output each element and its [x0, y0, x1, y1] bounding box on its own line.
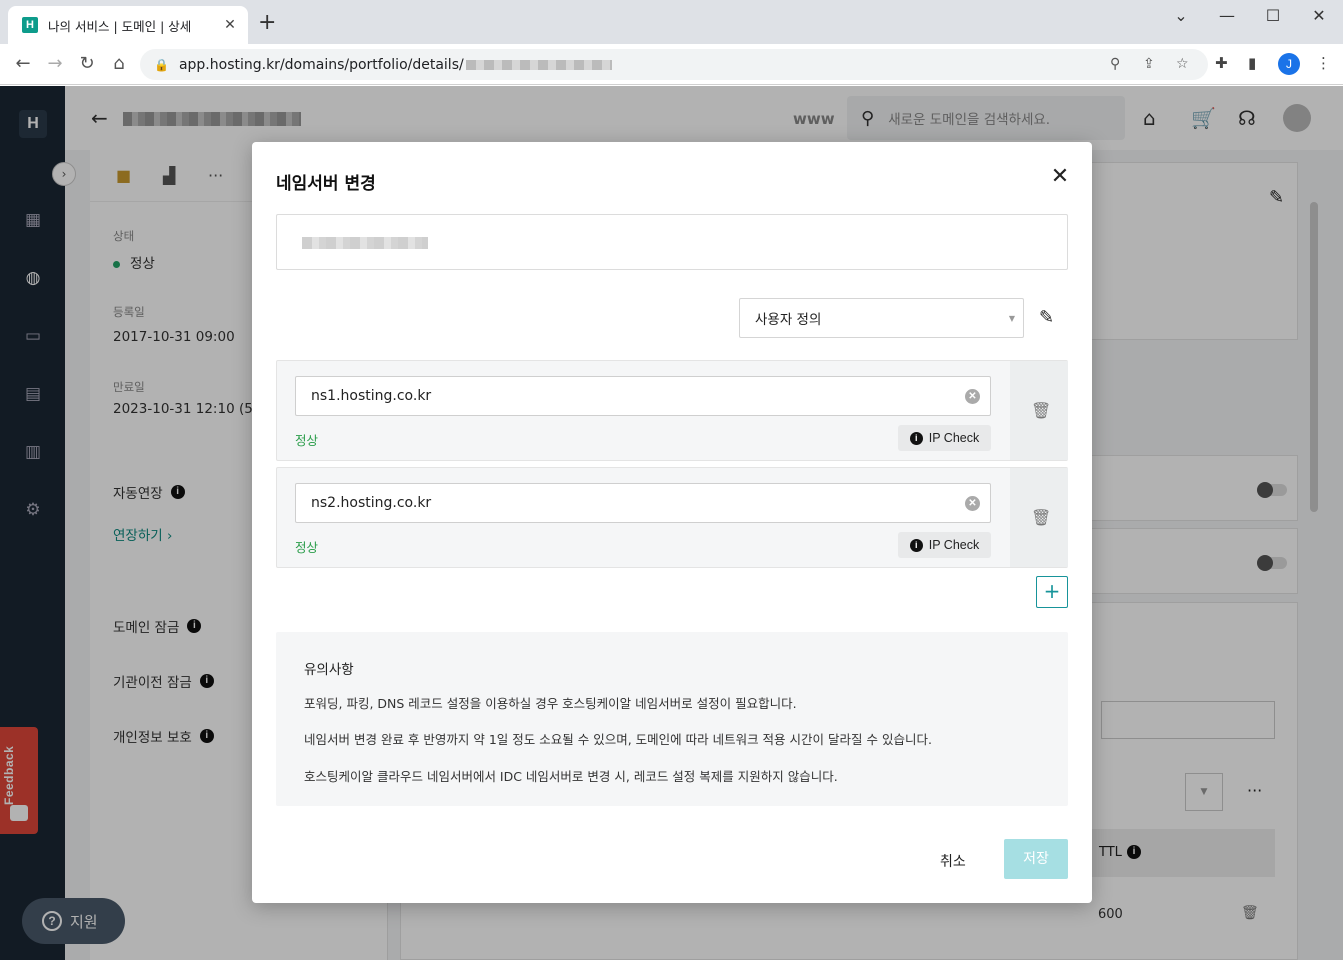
delete-column: 🗑 — [1010, 468, 1068, 567]
nameserver-row-2: ✕ 정상 iIP Check 🗑 — [276, 467, 1068, 568]
close-icon[interactable]: ✕ — [1050, 166, 1070, 188]
notice-line: 호스팅케이알 클라우드 네임서버에서 IDC 네임서버로 변경 시, 레코드 설… — [304, 769, 838, 784]
zoom-search-icon[interactable]: ⚲ — [1110, 56, 1120, 72]
save-button[interactable]: 저장 — [1004, 839, 1068, 879]
new-tab-icon[interactable]: + — [258, 12, 276, 34]
browser-tab[interactable]: H 나의 서비스 | 도메인 | 상세 ✕ — [8, 6, 248, 44]
lock-icon: 🔒 — [154, 57, 169, 72]
browser-toolbar: ← → ↻ ⌂ 🔒 app.hosting.kr/domains/portfol… — [0, 44, 1343, 85]
clear-icon[interactable]: ✕ — [965, 496, 980, 511]
info-icon: i — [909, 431, 923, 445]
share-icon[interactable]: ⇪ — [1143, 56, 1155, 72]
notice-box: 유의사항 포워딩, 파킹, DNS 레코드 설정을 이용하실 경우 호스팅케이알… — [276, 632, 1068, 806]
reload-icon[interactable]: ↻ — [75, 53, 99, 75]
address-bar[interactable]: 🔒 app.hosting.kr/domains/portfolio/detai… — [140, 49, 1208, 80]
tab-title: 나의 서비스 | 도메인 | 상세 — [48, 18, 192, 34]
add-nameserver-button[interactable]: + — [1036, 576, 1068, 608]
clear-icon[interactable]: ✕ — [965, 389, 980, 404]
bookmark-star-icon[interactable]: ☆ — [1176, 56, 1189, 72]
favicon-icon: H — [22, 17, 38, 33]
trash-icon[interactable]: 🗑 — [1031, 508, 1051, 527]
cancel-button[interactable]: 취소 — [940, 851, 966, 871]
info-icon: i — [909, 538, 923, 552]
profile-avatar[interactable]: J — [1278, 53, 1300, 75]
forward-icon[interactable]: → — [43, 53, 67, 75]
trash-icon[interactable]: 🗑 — [1031, 401, 1051, 420]
nameserver-1-status: 정상 — [295, 433, 319, 448]
ip-check-button-2[interactable]: i IP Check — [898, 532, 991, 558]
url-redacted — [465, 59, 612, 70]
notice-line: 네임서버 변경 완료 후 반영까지 약 1일 정도 소요될 수 있으며, 도메인… — [304, 732, 932, 747]
back-icon[interactable]: ← — [11, 53, 35, 75]
ip-check-button-1[interactable]: i IP Check — [898, 425, 991, 451]
notice-line: 포워딩, 파킹, DNS 레코드 설정을 이용하실 경우 호스팅케이알 네임서버… — [304, 696, 797, 711]
domain-display — [276, 214, 1068, 270]
extensions-icon[interactable]: ✚ — [1215, 54, 1228, 72]
nameserver-row-1: ✕ 정상 iIP Check 🗑 — [276, 360, 1068, 461]
side-panel-icon[interactable]: ▮ — [1248, 54, 1256, 72]
menu-kebab-icon[interactable]: ⋮ — [1316, 54, 1331, 72]
nameserver-type-select[interactable]: 사용자 정의 ▼ — [739, 298, 1024, 338]
select-value: 사용자 정의 — [755, 312, 822, 328]
minimize-icon[interactable]: — — [1207, 6, 1247, 25]
chevron-down-icon: ▼ — [1008, 314, 1015, 323]
url-text: app.hosting.kr/domains/portfolio/details… — [178, 56, 464, 73]
tab-search-icon[interactable]: ⌄ — [1161, 6, 1201, 25]
nameserver-change-modal: 네임서버 변경 ✕ 사용자 정의 ▼ ✎ ✕ 정상 iIP Check 🗑 ✕ … — [252, 142, 1092, 903]
tab-close-icon[interactable]: ✕ — [222, 17, 238, 33]
nameserver-2-status: 정상 — [295, 540, 319, 555]
browser-tab-strip: H 나의 서비스 | 도메인 | 상세 ✕ + ⌄ — ☐ ✕ — [0, 0, 1343, 44]
modal-title: 네임서버 변경 — [276, 174, 376, 194]
home-icon[interactable]: ⌂ — [107, 53, 131, 75]
notice-title: 유의사항 — [304, 662, 354, 678]
edit-note-icon[interactable]: ✎ — [1039, 307, 1054, 328]
maximize-icon[interactable]: ☐ — [1253, 6, 1293, 25]
nameserver-1-input[interactable] — [295, 376, 991, 416]
delete-column: 🗑 — [1010, 361, 1068, 460]
nameserver-2-input[interactable] — [295, 483, 991, 523]
close-window-icon[interactable]: ✕ — [1299, 6, 1339, 25]
domain-redacted — [302, 237, 428, 249]
